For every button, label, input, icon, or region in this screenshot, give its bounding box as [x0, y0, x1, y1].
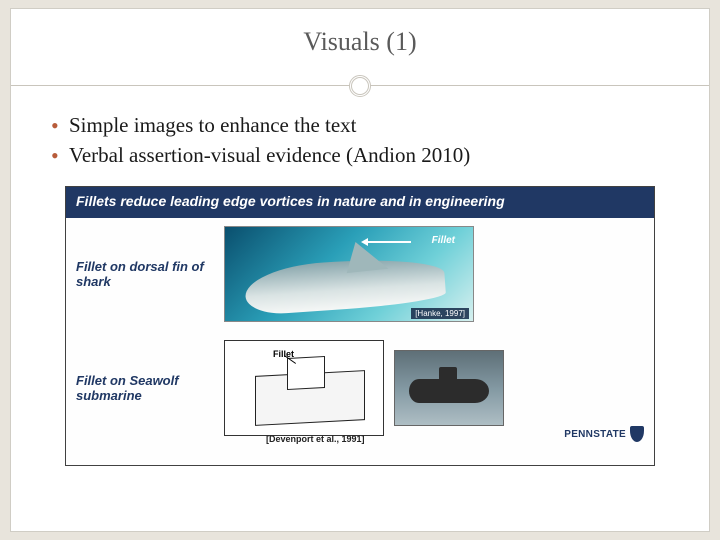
citation-diagram: [Devenport et al., 1991] [266, 434, 365, 444]
embedded-slide-title: Fillets reduce leading edge vortices in … [66, 187, 654, 219]
row-label: Fillet on dorsal fin of shark [66, 259, 216, 290]
submarine-photo [394, 350, 504, 426]
submarine-diagram: Fillet [224, 340, 384, 436]
title-area: Visuals (1) [11, 9, 709, 97]
submarine-sail-shape [439, 367, 457, 383]
slide: Visuals (1) Simple images to enhance the… [10, 8, 710, 532]
logo-text: PENNSTATE [564, 429, 626, 440]
embedded-slide-body: Fillet on dorsal fin of shark Fillet [Ha… [66, 218, 654, 448]
pennstate-logo: PENNSTATE [564, 426, 644, 442]
slide-title: Visuals (1) [11, 27, 709, 57]
citation-shark: [Hanke, 1997] [411, 308, 469, 319]
shark-annotation: Fillet [432, 235, 455, 246]
example-row-shark: Fillet on dorsal fin of shark Fillet [Ha… [66, 224, 654, 324]
arrow-icon [367, 241, 411, 243]
embedded-slide: Fillets reduce leading edge vortices in … [65, 186, 655, 466]
row-label: Fillet on Seawolf submarine [66, 373, 216, 404]
shark-image: Fillet [Hanke, 1997] [224, 226, 474, 322]
bullet-item: Verbal assertion-visual evidence (Andion… [51, 141, 681, 169]
shield-icon [630, 426, 644, 442]
example-row-submarine: Fillet on Seawolf submarine Fillet [66, 338, 654, 438]
bullet-list: Simple images to enhance the text Verbal… [11, 97, 709, 178]
bullet-item: Simple images to enhance the text [51, 111, 681, 139]
title-divider [11, 75, 709, 97]
divider-ring-icon [349, 75, 371, 97]
